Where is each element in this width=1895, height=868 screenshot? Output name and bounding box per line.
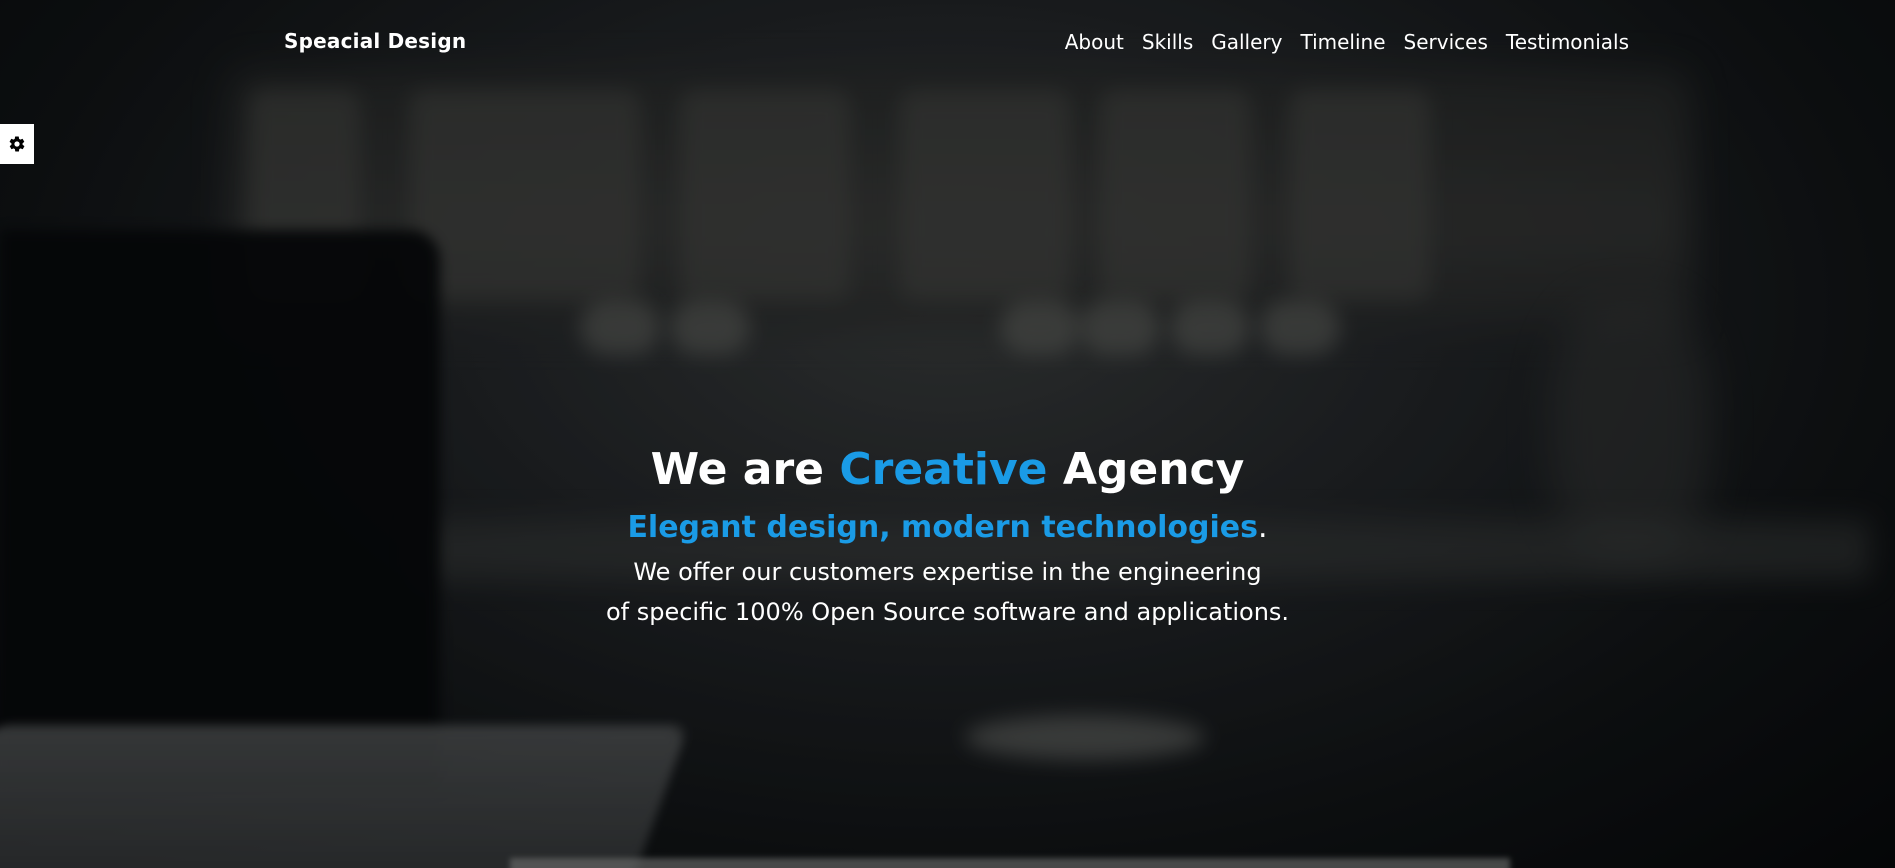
brand-logo-link[interactable]: Speacial Design bbox=[284, 29, 466, 53]
gear-icon bbox=[9, 136, 25, 152]
nav-item-skills: Skills bbox=[1133, 30, 1202, 54]
nav-link-gallery[interactable]: Gallery bbox=[1202, 30, 1291, 54]
hero-text-block: We are Creative Agency Elegant design, m… bbox=[0, 440, 1895, 632]
nav-item-about: About bbox=[1056, 30, 1133, 54]
nav-item-testimonials: Testimonials bbox=[1497, 30, 1629, 54]
headline-part: We are bbox=[650, 444, 825, 495]
nav-item-gallery: Gallery bbox=[1202, 30, 1291, 54]
nav-item-services: Services bbox=[1395, 30, 1497, 54]
headline-part: Agency bbox=[1062, 444, 1245, 495]
nav-link-services[interactable]: Services bbox=[1395, 30, 1497, 54]
subhead-accent-text: Elegant design, modern technologies bbox=[627, 510, 1258, 545]
top-navbar: Speacial Design About Skills Gallery Tim… bbox=[0, 0, 1895, 80]
nav-link-testimonials[interactable]: Testimonials bbox=[1497, 30, 1629, 54]
hero-subheadline: Elegant design, modern technologies. bbox=[0, 508, 1895, 548]
description-line-2: of specific 100% Open Source software an… bbox=[605, 598, 1290, 626]
settings-toggle-button[interactable] bbox=[0, 124, 34, 164]
hero-section: Speacial Design About Skills Gallery Tim… bbox=[0, 0, 1895, 868]
hero-description: We offer our customers expertise in the … bbox=[0, 552, 1895, 632]
nav-menu: About Skills Gallery Timeline Services T… bbox=[1056, 30, 1629, 54]
nav-link-about[interactable]: About bbox=[1056, 30, 1133, 54]
dark-overlay bbox=[0, 0, 1895, 868]
headline-accent-word: Creative bbox=[839, 444, 1048, 495]
hero-headline: We are Creative Agency bbox=[0, 440, 1895, 500]
description-line-1: We offer our customers expertise in the … bbox=[633, 558, 1262, 586]
subhead-period: . bbox=[1258, 510, 1268, 545]
nav-link-timeline[interactable]: Timeline bbox=[1291, 30, 1394, 54]
nav-item-timeline: Timeline bbox=[1291, 30, 1394, 54]
nav-link-skills[interactable]: Skills bbox=[1133, 30, 1202, 54]
